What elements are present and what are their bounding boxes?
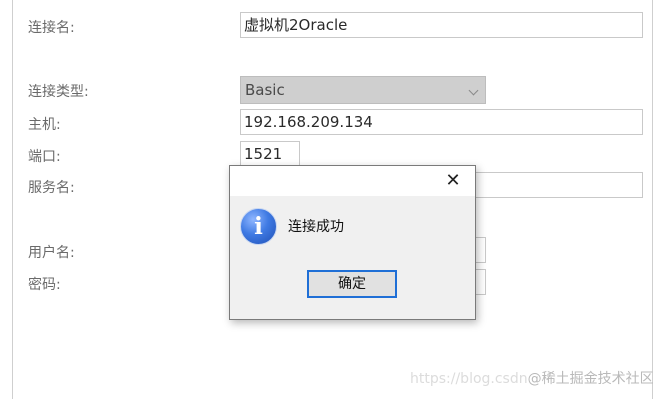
content-border-left <box>12 0 13 399</box>
port-input[interactable]: 1521 <box>240 141 300 167</box>
host-label: 主机: <box>28 117 61 133</box>
password-label: 密码: <box>28 277 61 293</box>
watermark-url: https://blog.csdn <box>410 371 528 387</box>
connection-name-label: 连接名: <box>28 20 75 36</box>
ok-button[interactable]: 确定 <box>307 270 397 298</box>
connection-type-label: 连接类型: <box>28 84 89 100</box>
connection-name-input[interactable]: 虚拟机2Oracle <box>240 12 643 38</box>
port-label: 端口: <box>28 149 61 165</box>
dialog-message: 连接成功 <box>288 219 344 235</box>
host-input[interactable]: 192.168.209.134 <box>240 109 643 135</box>
info-icon: i <box>240 208 277 245</box>
content-border-right <box>652 0 653 399</box>
connection-type-select[interactable]: Basic <box>240 76 486 104</box>
message-dialog: ✕ i 连接成功 确定 <box>229 165 476 320</box>
dialog-titlebar: ✕ <box>230 166 475 196</box>
connection-type-value: Basic <box>245 81 285 99</box>
watermark-brand: @稀土掘金技术社区 <box>527 371 654 387</box>
close-icon[interactable]: ✕ <box>445 172 461 190</box>
username-label: 用户名: <box>28 245 75 261</box>
chevron-down-icon <box>468 85 479 96</box>
service-name-label: 服务名: <box>28 180 75 196</box>
watermark: https://blog.csdn@稀土掘金技术社区 <box>410 368 654 388</box>
